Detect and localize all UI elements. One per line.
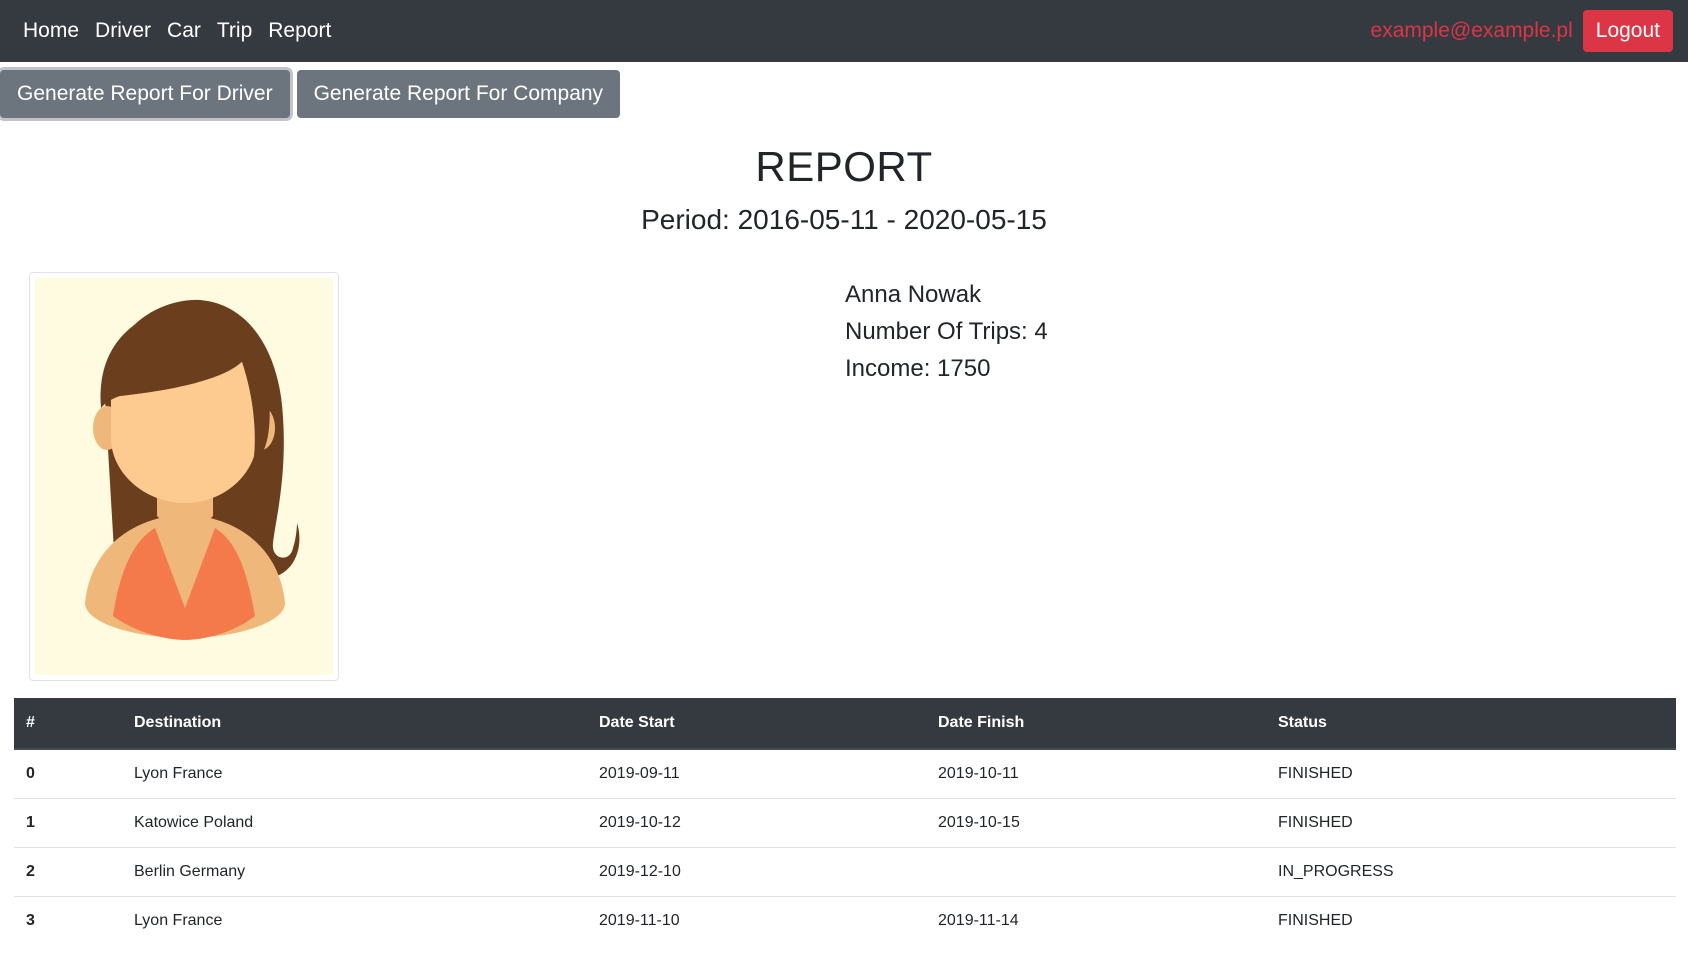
column-header-status: Status <box>1266 698 1676 750</box>
column-header-index: # <box>14 698 122 750</box>
table-row: 3 Lyon France 2019-11-10 2019-11-14 FINI… <box>14 895 1676 945</box>
cell-destination: Lyon France <box>134 764 223 782</box>
female-avatar-icon <box>35 278 333 675</box>
generate-driver-report-button[interactable]: Generate Report For Driver <box>0 70 290 118</box>
cell-date-start: 2019-12-10 <box>587 846 926 896</box>
table-header: # Destination Date Start Date Finish Sta… <box>14 698 1676 750</box>
column-header-date-start: Date Start <box>587 698 926 750</box>
report-actions: Generate Report For Driver Generate Repo… <box>0 62 1688 118</box>
cell-date-start: 2019-09-11 <box>599 764 680 782</box>
user-email: example@example.pl <box>1370 19 1573 42</box>
cell-index: 3 <box>14 895 122 945</box>
driver-name: Anna Nowak <box>845 281 982 308</box>
cell-destination: Lyon France <box>122 895 587 945</box>
top-navbar: Home Driver Car Trip Report example@exam… <box>0 0 1688 62</box>
report-period: Period: 2016-05-11 - 2020-05-15 <box>641 204 1047 235</box>
cell-date-finish <box>926 846 1266 896</box>
cell-date-finish: 2019-10-11 <box>938 764 1019 782</box>
cell-index: 1 <box>14 797 122 847</box>
cell-date-start: 2019-10-12 <box>587 797 926 847</box>
table-body: 0 Lyon France 2019-09-11 2019-10-11 FINI… <box>14 749 1676 945</box>
cell-status: IN_PROGRESS <box>1266 846 1676 896</box>
report-title: REPORT <box>755 143 933 190</box>
cell-destination: Katowice Poland <box>122 797 587 847</box>
nav-links: Home Driver Car Trip Report <box>15 19 339 43</box>
nav-link-report[interactable]: Report <box>260 19 339 43</box>
column-header-date-finish: Date Finish <box>926 698 1266 750</box>
cell-status: FINISHED <box>1266 895 1676 945</box>
cell-index: 0 <box>26 764 35 782</box>
nav-link-trip[interactable]: Trip <box>209 19 260 43</box>
table-row: 0 Lyon France 2019-09-11 2019-10-11 FINI… <box>14 749 1676 798</box>
logout-button[interactable]: Logout <box>1582 10 1673 52</box>
column-header-destination: Destination <box>122 698 587 750</box>
cell-date-start: 2019-11-10 <box>587 895 926 945</box>
cell-date-finish: 2019-10-15 <box>926 797 1266 847</box>
table-header-row: # Destination Date Start Date Finish Sta… <box>14 698 1676 750</box>
number-of-trips: Number Of Trips: 4 <box>845 318 1048 345</box>
cell-destination: Berlin Germany <box>122 846 587 896</box>
nav-link-driver[interactable]: Driver <box>87 19 159 43</box>
generate-company-report-button[interactable]: Generate Report For Company <box>296 70 621 118</box>
driver-photo <box>29 272 339 681</box>
cell-status: FINISHED <box>1266 797 1676 847</box>
nav-user-area: example@example.pl Logout <box>1371 10 1673 52</box>
cell-status: FINISHED <box>1278 764 1353 782</box>
driver-details: Anna Nowak Number Of Trips: 4 Income: 17… <box>845 276 1048 387</box>
driver-summary: Anna Nowak Number Of Trips: 4 Income: 17… <box>0 240 1688 681</box>
income: Income: 1750 <box>845 355 991 382</box>
table-row: 2 Berlin Germany 2019-12-10 IN_PROGRESS <box>14 846 1676 896</box>
nav-link-home[interactable]: Home <box>15 19 87 43</box>
cell-date-finish: 2019-11-14 <box>926 895 1266 945</box>
trips-table: # Destination Date Start Date Finish Sta… <box>14 698 1676 945</box>
cell-index: 2 <box>14 846 122 896</box>
nav-link-car[interactable]: Car <box>159 19 209 43</box>
table-row: 1 Katowice Poland 2019-10-12 2019-10-15 … <box>14 797 1676 847</box>
trips-table-container: # Destination Date Start Date Finish Sta… <box>14 698 1676 945</box>
